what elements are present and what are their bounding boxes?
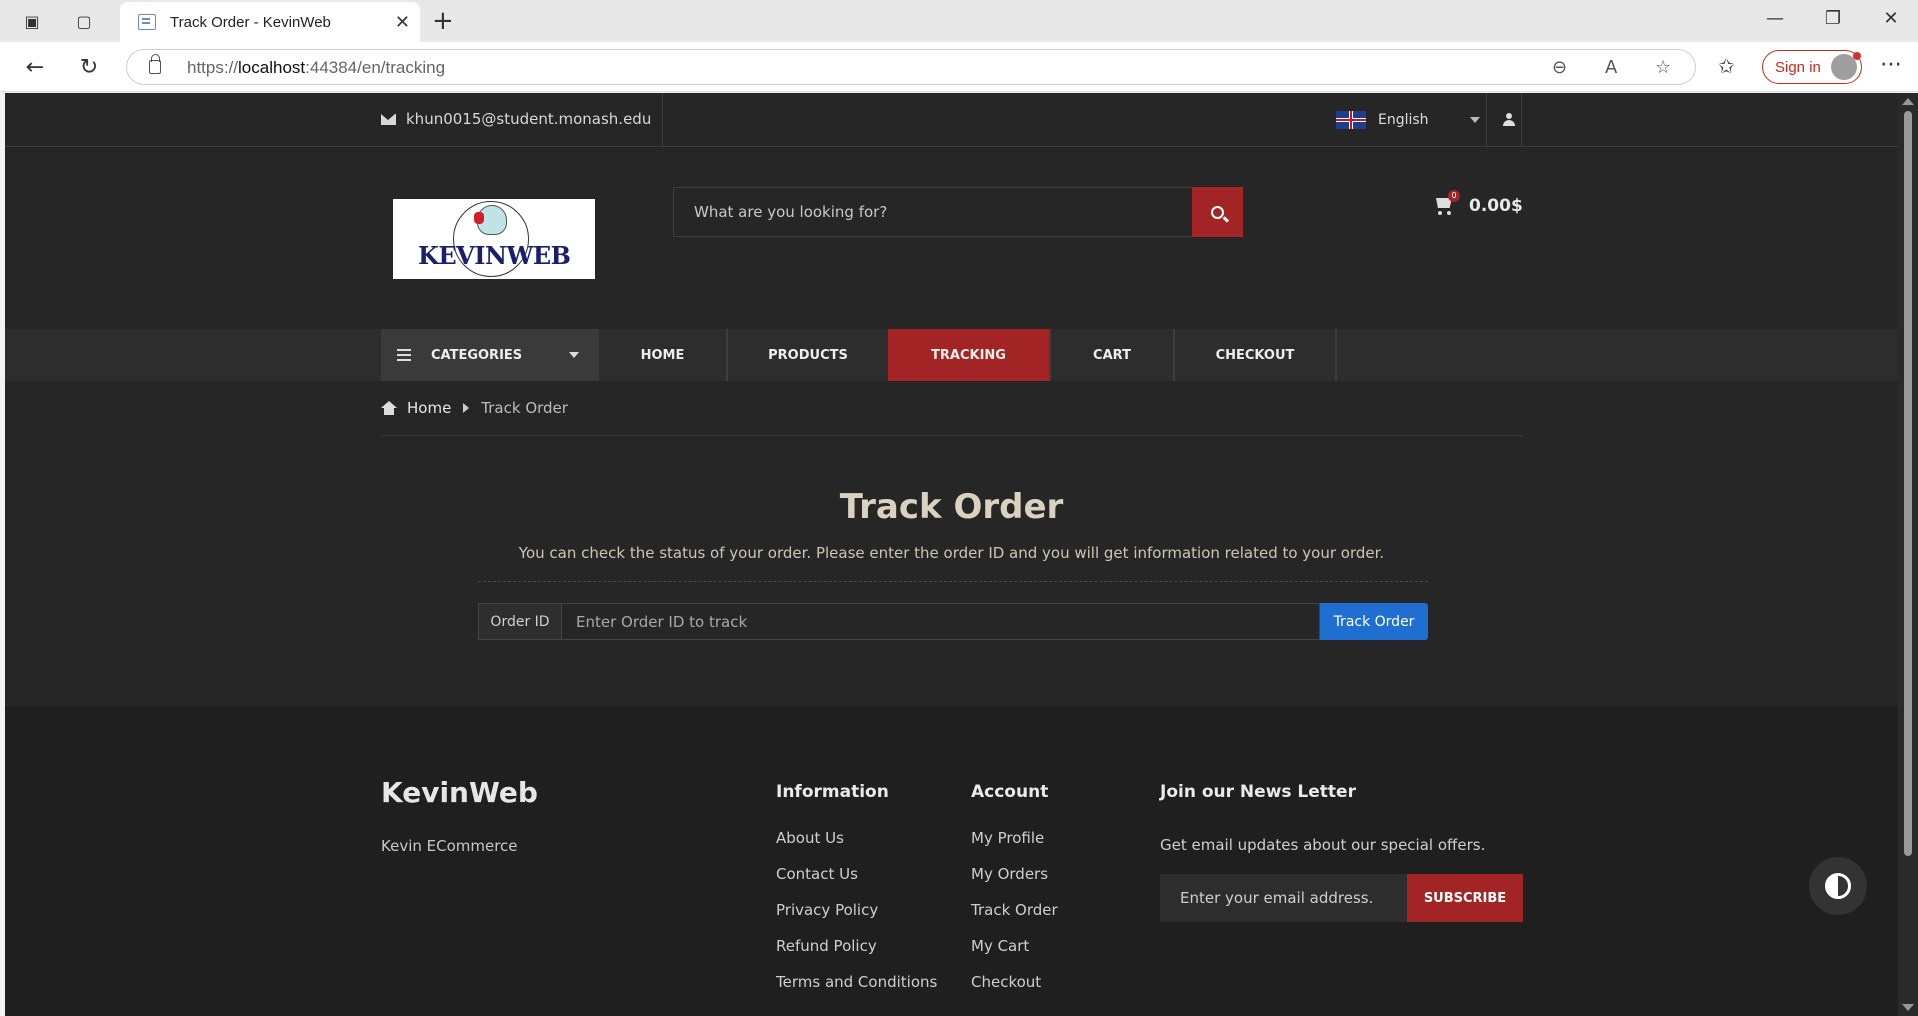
nav-products[interactable]: PRODUCTS — [728, 329, 888, 381]
divider — [662, 93, 663, 147]
subscribe-button[interactable]: SUBSCRIBE — [1407, 874, 1523, 922]
footer-link-profile[interactable]: My Profile — [971, 829, 1058, 865]
workspaces-icon[interactable]: ▣ — [20, 9, 44, 33]
divider — [381, 435, 1523, 436]
new-tab-icon[interactable]: + — [432, 8, 454, 34]
footer-link-cart[interactable]: My Cart — [971, 937, 1058, 973]
categories-label: CATEGORIES — [431, 347, 523, 363]
footer-brand: KevinWeb — [381, 776, 538, 809]
language-label: English — [1378, 112, 1429, 128]
categories-dropdown[interactable]: CATEGORIES — [381, 329, 599, 381]
more-icon[interactable]: ⋯ — [1880, 52, 1902, 77]
tab-actions-icon[interactable]: ▢ — [72, 9, 96, 33]
menu-icon — [397, 354, 411, 356]
newsletter-email-input[interactable] — [1160, 874, 1407, 922]
order-id-input[interactable] — [562, 603, 1320, 640]
address-bar: ← ↻ https://localhost:44384/en/tracking … — [0, 42, 1918, 92]
breadcrumb-current: Track Order — [481, 399, 568, 417]
divider — [1521, 93, 1522, 147]
footer-account: Account My Profile My Orders Track Order… — [971, 782, 1058, 1009]
footer-information: Information About Us Contact Us Privacy … — [776, 782, 937, 1009]
read-aloud-icon[interactable]: A — [1605, 57, 1617, 78]
scroll-up-icon[interactable] — [1902, 98, 1914, 105]
favorite-star-icon[interactable]: ☆ — [1655, 57, 1671, 78]
newsletter-description: Get email updates about our special offe… — [1160, 836, 1486, 854]
home-icon — [381, 401, 397, 415]
track-order-button[interactable]: Track Order — [1320, 603, 1428, 640]
breadcrumb-home[interactable]: Home — [407, 399, 451, 417]
search-icon — [1211, 205, 1224, 219]
uk-flag-icon — [1336, 111, 1366, 129]
page-scrollbar[interactable] — [1898, 93, 1918, 1016]
avatar — [1831, 52, 1861, 80]
footer-tagline: Kevin ECommerce — [381, 837, 518, 855]
main-nav: CATEGORIES HOME PRODUCTS TRACKING CART C… — [5, 329, 1898, 381]
page-viewport: khun0015@student.monash.edu English KEVI… — [5, 93, 1898, 1016]
footer-information-title: Information — [776, 782, 889, 802]
window-close-icon[interactable]: ✕ — [1876, 8, 1906, 29]
lock-icon — [149, 54, 161, 74]
page-description: You can check the status of your order. … — [518, 544, 1385, 562]
site-logo[interactable]: KEVINWEB — [393, 199, 595, 279]
browser-tab[interactable]: Track Order - KevinWeb ✕ — [120, 2, 420, 42]
footer-link-track[interactable]: Track Order — [971, 901, 1058, 937]
contact-email: khun0015@student.monash.edu — [381, 110, 651, 128]
footer-link-contact[interactable]: Contact Us — [776, 865, 937, 901]
language-selector[interactable]: English — [1336, 111, 1480, 129]
zoom-out-icon[interactable]: ⊖ — [1552, 57, 1567, 78]
track-order-form: Order ID Track Order — [478, 603, 1428, 640]
divider — [1486, 93, 1487, 147]
order-id-label: Order ID — [478, 603, 562, 640]
scroll-down-icon[interactable] — [1902, 1004, 1914, 1011]
url-text: https://localhost:44384/en/tracking — [187, 58, 446, 77]
chevron-down-icon — [1470, 117, 1480, 123]
page-title: Track Order — [839, 487, 1064, 527]
minimize-icon[interactable]: — — [1760, 8, 1790, 29]
footer: KevinWeb Kevin ECommerce Information Abo… — [5, 706, 1898, 1016]
user-account-icon[interactable] — [1503, 113, 1515, 127]
scrollbar-thumb[interactable] — [1904, 111, 1912, 856]
url-field[interactable]: https://localhost:44384/en/tracking ⊖ A … — [126, 49, 1696, 85]
sign-in-button[interactable]: Sign in — [1762, 50, 1862, 84]
search-button[interactable] — [1192, 187, 1243, 237]
chevron-down-icon — [569, 352, 579, 358]
back-icon[interactable]: ← — [22, 54, 48, 80]
nav-tracking[interactable]: TRACKING — [888, 329, 1049, 381]
search-placeholder: What are you looking for? — [694, 203, 888, 221]
footer-link-checkout[interactable]: Checkout — [971, 973, 1058, 1009]
footer-link-privacy[interactable]: Privacy Policy — [776, 901, 937, 937]
email-text: khun0015@student.monash.edu — [406, 110, 652, 128]
top-strip: khun0015@student.monash.edu English — [5, 93, 1898, 147]
cart-total: 0.00$ — [1469, 196, 1523, 216]
footer-link-about[interactable]: About Us — [776, 829, 937, 865]
refresh-icon[interactable]: ↻ — [76, 54, 102, 80]
cart-count-badge: 0 — [1448, 190, 1460, 202]
close-tab-icon[interactable]: ✕ — [395, 12, 410, 33]
footer-link-terms[interactable]: Terms and Conditions — [776, 973, 937, 1009]
breadcrumb: Home Track Order — [381, 399, 568, 417]
page-favicon-icon — [138, 14, 156, 30]
restore-icon[interactable]: ❐ — [1818, 8, 1848, 29]
browser-tab-bar: ▣ ▢ Track Order - KevinWeb ✕ + — ❐ ✕ — [0, 0, 1918, 42]
mini-cart[interactable]: 0 0.00$ — [1433, 190, 1523, 216]
cart-icon: 0 — [1433, 190, 1460, 216]
nav-cart[interactable]: CART — [1051, 329, 1173, 381]
footer-link-refund[interactable]: Refund Policy — [776, 937, 937, 973]
search-input[interactable]: What are you looking for? — [673, 187, 1243, 237]
footer-account-title: Account — [971, 782, 1049, 802]
newsletter-title: Join our News Letter — [1160, 782, 1356, 802]
tab-title: Track Order - KevinWeb — [170, 13, 331, 31]
contrast-icon — [1825, 873, 1851, 899]
nav-checkout[interactable]: CHECKOUT — [1175, 329, 1335, 381]
footer-link-orders[interactable]: My Orders — [971, 865, 1058, 901]
envelope-icon — [381, 113, 396, 125]
theme-toggle-button[interactable] — [1809, 857, 1867, 915]
divider — [478, 581, 1428, 582]
chevron-right-icon — [463, 403, 470, 413]
favorites-icon[interactable]: ✩ — [1718, 54, 1735, 78]
nav-home[interactable]: HOME — [599, 329, 726, 381]
